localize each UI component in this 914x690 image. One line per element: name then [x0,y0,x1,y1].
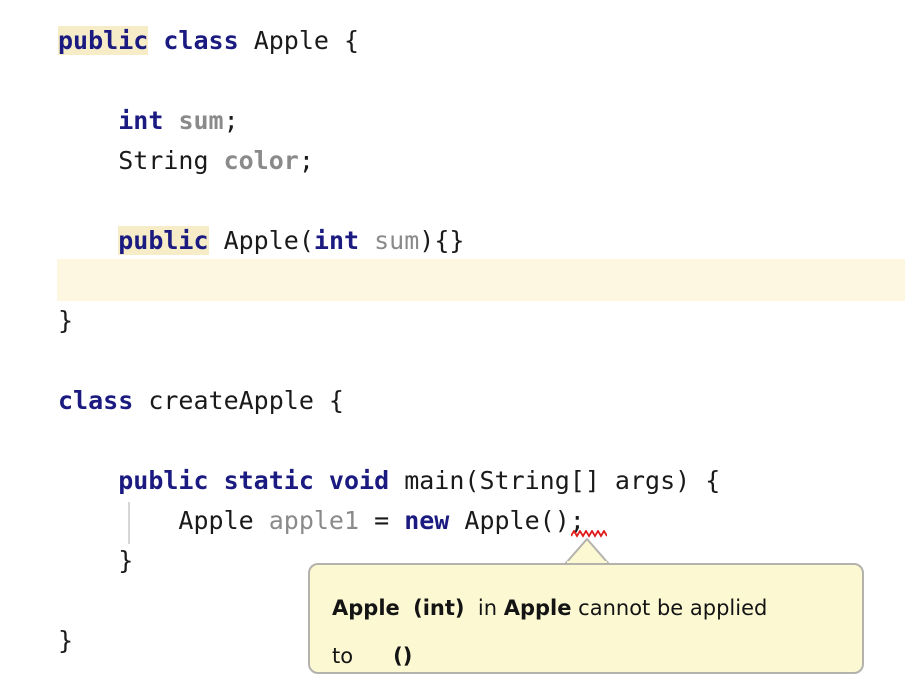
keyword-public: public [58,26,149,55]
code-line-4[interactable]: String color; [58,141,314,181]
field-name-sum: sum [178,106,224,135]
tooltip-ctor-params: (int) [413,596,465,620]
keyword-class: class [163,26,239,55]
code-line-16[interactable]: } [58,621,73,661]
code-line-14[interactable]: } [58,541,133,581]
tooltip-word-to: to [332,644,354,668]
tooltip-owner-class: Apple [503,596,572,620]
class-name-apple: Apple { [238,26,360,55]
keyword-class: class [58,386,134,415]
closing-brace-createapple-class: } [58,626,74,655]
keyword-new: new [404,506,450,535]
constructor-body: ){} [419,226,465,255]
keyword-int: int [313,226,360,255]
keywords-public-static-void: public static void [118,466,390,495]
error-tooltip[interactable]: Apple (int) in Apple cannot be applied t… [308,563,864,674]
error-tooltip-text: Apple (int) in Apple cannot be applied t… [310,565,862,680]
semicolon: ; [223,106,239,135]
code-line-10[interactable]: class createApple { [58,381,344,421]
type-string: String [58,146,224,175]
type-apple: Apple [58,506,269,535]
code-line-1[interactable]: public class Apple { [58,21,359,61]
constructor-apple: Apple( [208,226,314,255]
code-line-6[interactable]: public Apple(int sum){} [58,221,464,261]
code-line-8[interactable]: } [58,301,73,341]
tooltip-message-tail: cannot be applied [578,596,768,620]
tooltip-ctor-name: Apple [332,596,400,620]
code-line-13[interactable]: Apple apple1 = new Apple(); [58,501,585,541]
code-editor-canvas[interactable]: public class Apple { int sum; String col… [0,0,914,690]
closing-brace-main-method: } [58,546,134,575]
tooltip-word-in: in [477,596,498,620]
code-line-12[interactable]: public static void main(String[] args) { [58,461,720,501]
field-name-color: color [223,146,299,175]
closing-brace-apple-class: } [58,306,74,335]
param-name-sum: sum [374,226,420,255]
main-method-signature: main(String[] args) { [389,466,721,495]
variable-name-apple1: apple1 [268,506,360,535]
tooltip-pointer-arrow [562,537,612,565]
tooltip-given-args: () [393,644,413,668]
assignment-operator: = [359,506,405,535]
semicolon: ; [298,146,314,175]
constructor-call-apple: Apple(); [449,506,585,535]
code-line-3[interactable]: int sum; [58,101,239,141]
class-name-createapple: createApple { [133,386,344,415]
keyword-int: int [118,106,164,135]
current-line-highlight [57,259,905,301]
keyword-public: public [118,226,209,255]
